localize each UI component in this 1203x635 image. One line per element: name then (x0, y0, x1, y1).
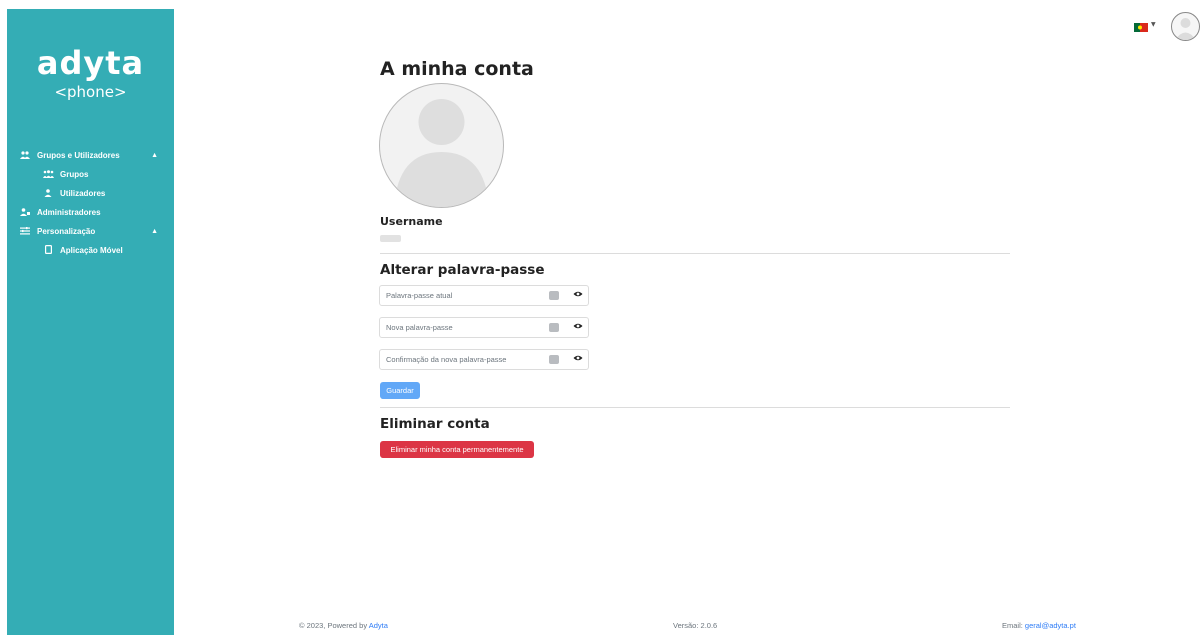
footer-email: Email: geral@adyta.pt (1002, 621, 1076, 630)
groups-icon (42, 169, 54, 180)
username-value (380, 235, 401, 242)
sidebar-item-personalizacao[interactable]: Personalização ▲ (7, 222, 174, 241)
sidebar-nav: Grupos e Utilizadores ▲ Grupos Utilizado… (7, 146, 174, 260)
new-password-input[interactable] (386, 321, 536, 334)
portugal-flag-icon[interactable] (1134, 23, 1148, 32)
sidebar-item-aplicacao-movel[interactable]: Aplicação Móvel (7, 241, 174, 260)
eye-icon[interactable] (573, 353, 583, 367)
footer-copyright: © 2023, Powered by Adyta (299, 621, 388, 630)
email-label: Email: (1002, 621, 1025, 630)
sidebar-item-label: Utilizadores (60, 189, 106, 198)
keyboard-icon[interactable] (549, 355, 559, 364)
change-password-title: Alterar palavra-passe (380, 262, 545, 278)
eye-icon[interactable] (573, 321, 583, 335)
chevron-down-icon[interactable]: ▼ (1151, 21, 1156, 28)
sidebar-item-label: Grupos (60, 170, 89, 179)
delete-account-button[interactable]: Eliminar minha conta permanentemente (380, 441, 534, 458)
copyright-text: © 2023, Powered by (299, 621, 369, 630)
confirm-password-input[interactable] (386, 353, 536, 366)
email-link[interactable]: geral@adyta.pt (1025, 621, 1076, 630)
current-password-field (379, 285, 589, 306)
sidebar-item-grupos[interactable]: Grupos (7, 165, 174, 184)
users-icon (19, 150, 31, 161)
sidebar-item-label: Aplicação Móvel (60, 246, 123, 255)
user-avatar[interactable] (1171, 12, 1200, 41)
user-icon (42, 188, 54, 199)
chevron-up-icon: ▲ (151, 152, 158, 159)
admin-icon (19, 207, 31, 218)
save-button[interactable]: Guardar (380, 382, 420, 399)
new-password-field (379, 317, 589, 338)
footer-version: Versão: 2.0.6 (673, 621, 718, 630)
sidebar-item-administradores[interactable]: Administradores (7, 203, 174, 222)
logo-text: adyta (36, 44, 145, 82)
delete-account-title: Eliminar conta (380, 416, 490, 432)
app-logo[interactable]: adyta <phone> (7, 45, 174, 101)
confirm-password-field (379, 349, 589, 370)
sidebar-item-label: Grupos e Utilizadores (37, 151, 120, 160)
divider (380, 253, 1010, 254)
sidebar: adyta <phone> Grupos e Utilizadores ▲ Gr… (7, 9, 174, 635)
chevron-up-icon: ▲ (151, 228, 158, 235)
eye-icon[interactable] (573, 289, 583, 303)
current-password-input[interactable] (386, 289, 536, 302)
adyta-link[interactable]: Adyta (369, 621, 388, 630)
sliders-icon (19, 226, 31, 237)
keyboard-icon[interactable] (549, 291, 559, 300)
sidebar-item-label: Administradores (37, 208, 101, 217)
profile-avatar (379, 83, 504, 208)
username-label: Username (380, 215, 443, 228)
divider (380, 407, 1010, 408)
page-title: A minha conta (380, 58, 534, 80)
sidebar-item-grupos-e-utilizadores[interactable]: Grupos e Utilizadores ▲ (7, 146, 174, 165)
sidebar-item-utilizadores[interactable]: Utilizadores (7, 184, 174, 203)
sidebar-item-label: Personalização (37, 227, 96, 236)
keyboard-icon[interactable] (549, 323, 559, 332)
logo-subtext: <phone> (54, 83, 127, 101)
mobile-icon (42, 245, 54, 256)
